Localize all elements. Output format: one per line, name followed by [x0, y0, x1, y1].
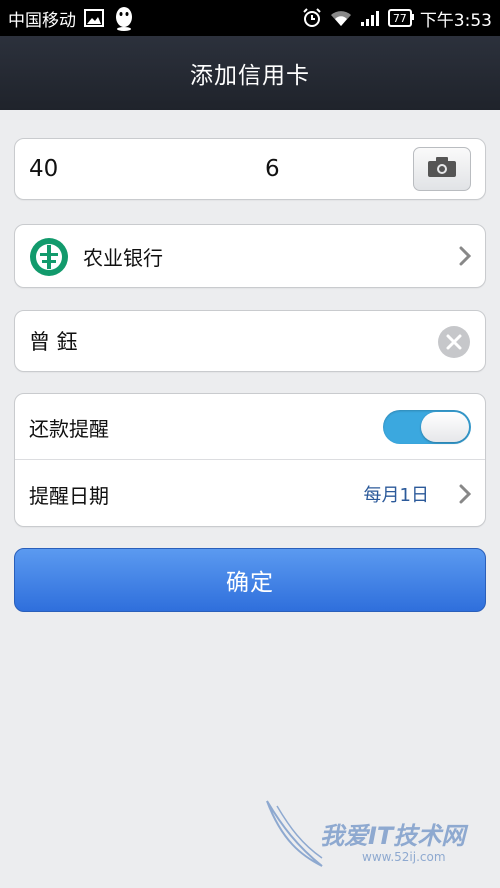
- page-title: 添加信用卡: [190, 63, 310, 89]
- status-bar: 中国移动 77 下午3:53: [0, 0, 500, 36]
- scan-card-button[interactable]: [413, 147, 471, 191]
- clear-icon: [438, 326, 470, 358]
- confirm-label: 确定: [226, 570, 274, 596]
- clock: 下午3:53: [419, 10, 492, 31]
- signal-icon: [360, 9, 380, 27]
- reminder-date-value: 每月1日: [363, 485, 429, 506]
- cardholder-name: 曾 鈺: [29, 330, 78, 354]
- confirm-button[interactable]: 确定: [14, 548, 486, 612]
- card-number-start: 40: [29, 156, 59, 182]
- carrier-label: 中国移动: [8, 10, 76, 31]
- cardholder-field[interactable]: 曾 鈺: [14, 310, 486, 372]
- nav-header: 添加信用卡: [0, 36, 500, 110]
- alarm-icon: [302, 8, 322, 28]
- wifi-icon: [330, 9, 352, 27]
- watermark-url: www.52ij.com: [362, 850, 446, 864]
- watermark-text: 我爱IT技术网: [320, 822, 466, 850]
- status-left: 中国移动: [8, 5, 136, 31]
- qq-penguin-icon: [112, 5, 136, 31]
- reminder-date-label: 提醒日期: [29, 483, 109, 508]
- reminder-label: 还款提醒: [29, 416, 109, 441]
- bank-selector[interactable]: 农业银行: [14, 224, 486, 288]
- clear-button[interactable]: [437, 325, 471, 359]
- toggle-knob: [421, 412, 469, 442]
- image-notification-icon: [84, 9, 104, 27]
- abc-bank-logo-icon: [29, 237, 69, 277]
- chevron-right-icon: [457, 246, 473, 266]
- bank-name: 农业银行: [83, 245, 163, 270]
- reminder-row: 还款提醒: [15, 394, 485, 460]
- card-number-field[interactable]: 40 6: [14, 138, 486, 200]
- watermark: 我爱IT技术网 www.52ij.com: [262, 796, 482, 876]
- reminder-date-row[interactable]: 提醒日期 每月1日: [15, 461, 485, 527]
- status-right: 77 下午3:53: [302, 6, 492, 31]
- reminder-settings: 还款提醒 提醒日期 每月1日: [14, 393, 486, 527]
- reminder-toggle[interactable]: [383, 410, 471, 444]
- battery-indicator: 77: [387, 9, 414, 27]
- chevron-right-icon: [457, 484, 473, 504]
- card-number-end: 6: [265, 156, 280, 182]
- camera-icon: [427, 156, 457, 182]
